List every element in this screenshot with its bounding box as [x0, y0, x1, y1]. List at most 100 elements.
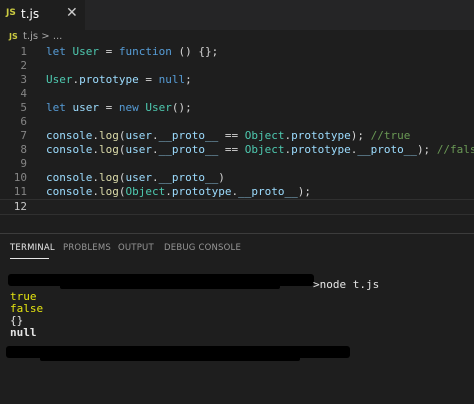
code-token: log [98, 185, 119, 198]
code-token: __proto__ [158, 129, 219, 142]
line-number: 3 [20, 73, 27, 86]
code-text: console.log(Object.prototype.__proto__); [46, 185, 311, 199]
line-number: 5 [20, 101, 27, 114]
code-token: user [125, 129, 152, 142]
code-token: . [92, 171, 99, 184]
line-number: 7 [20, 129, 27, 142]
breadcrumb-path[interactable]: t.js > ... [23, 31, 62, 42]
code-token: . [165, 185, 172, 198]
code-token: ); [416, 143, 437, 156]
code-token: //true [370, 129, 411, 142]
code-line[interactable]: 4 [0, 87, 474, 101]
tab-terminal[interactable]: TERMINAL [10, 243, 55, 253]
code-line[interactable]: 9 [0, 157, 474, 171]
code-token: //false [436, 143, 474, 156]
active-tab-indicator [10, 258, 49, 259]
code-token: == [218, 129, 245, 142]
code-line[interactable]: 10 console.log(user.__proto__) [0, 171, 474, 185]
code-line[interactable]: 7 console.log(user.__proto__ == Object.pr… [0, 129, 474, 143]
code-token: (); [171, 101, 192, 114]
redacted-prompt-tail [40, 356, 300, 361]
code-token: . [151, 129, 159, 142]
tab-label: t.js [21, 7, 40, 21]
code-text: console.log(user.__proto__ == Object.pro… [46, 129, 410, 143]
code-line[interactable]: 6 [0, 115, 474, 129]
code-line[interactable]: 2 [0, 59, 474, 73]
code-token: null [158, 73, 186, 86]
code-token: __proto__ [357, 143, 417, 156]
tab-problems[interactable]: PROBLEMS [63, 243, 111, 253]
close-icon[interactable]: ✕ [66, 5, 78, 21]
line-number: 4 [20, 87, 27, 100]
line-number: 11 [13, 185, 27, 198]
line-number: 8 [20, 143, 27, 156]
tab-t-js[interactable]: JS t.js ✕ [0, 0, 86, 30]
code-token: console [46, 129, 93, 142]
code-line[interactable]: 5 let user = new User(); [0, 101, 474, 115]
code-token: . [151, 171, 159, 184]
code-token: = [138, 73, 159, 86]
code-token: Object [244, 143, 285, 156]
code-token: log [98, 129, 119, 142]
code-token: Object [125, 185, 166, 198]
code-token: prototype [291, 143, 351, 156]
code-token: Object [244, 129, 285, 142]
code-token: () {}; [171, 45, 219, 58]
code-token: log [98, 143, 119, 156]
code-token: console [46, 185, 93, 198]
code-token: user [72, 101, 100, 114]
line-number: 9 [20, 157, 27, 170]
code-token: __proto__ [158, 143, 219, 156]
terminal-output-line: null [10, 326, 37, 339]
code-token: prototype [79, 73, 139, 86]
code-token: ); [297, 185, 311, 198]
code-token: let [46, 45, 73, 58]
code-token: log [98, 171, 119, 184]
breadcrumb[interactable]: JS t.js > ... [0, 31, 474, 45]
redacted-path-tail [60, 284, 280, 289]
tab-debug-console[interactable]: DEBUG CONSOLE [164, 243, 241, 253]
code-token: user [125, 143, 152, 156]
code-token: . [151, 143, 159, 156]
line-number: 6 [20, 115, 27, 128]
code-token: . [92, 143, 99, 156]
code-text: console.log(user.__proto__) [46, 171, 225, 185]
code-line[interactable]: 12 [0, 199, 474, 215]
line-number: 12 [13, 200, 27, 213]
code-token: console [46, 143, 93, 156]
code-line[interactable]: 1 let User = function () {}; [0, 45, 474, 59]
code-token: function [118, 45, 172, 58]
code-text: let user = new User(); [46, 101, 192, 115]
code-text: console.log(user.__proto__ == Object.pro… [46, 143, 474, 157]
code-token: __proto__ [238, 185, 298, 198]
line-number: 1 [20, 45, 27, 58]
code-line[interactable]: 11 console.log(Object.prototype.__proto__… [0, 185, 474, 199]
code-token: ) [218, 171, 225, 184]
code-token: let [46, 101, 73, 114]
terminal-view[interactable]: >node t.js true false {} null [0, 262, 474, 404]
code-text: let User = function () {}; [46, 45, 218, 59]
code-token: prototype [291, 129, 351, 142]
javascript-file-icon: JS [6, 8, 16, 18]
panel-tab-bar: TERMINAL PROBLEMS OUTPUT DEBUG CONSOLE [0, 234, 474, 262]
code-token: ; [185, 73, 192, 86]
code-token: console [46, 171, 93, 184]
tab-output[interactable]: OUTPUT [118, 243, 154, 253]
code-token: = [99, 45, 119, 58]
line-number: 2 [20, 59, 27, 72]
code-token: . [92, 185, 99, 198]
code-line[interactable]: 3 User.prototype = null; [0, 73, 474, 87]
code-token: ); [350, 129, 371, 142]
code-token: prototype [171, 185, 232, 198]
editor-tab-bar: JS t.js ✕ [0, 0, 474, 31]
code-token: user [125, 171, 152, 184]
code-token: new [118, 101, 146, 114]
code-token: = [99, 101, 119, 114]
code-token: . [92, 129, 99, 142]
code-token: __proto__ [158, 171, 219, 184]
code-text: User.prototype = null; [46, 73, 192, 87]
code-line[interactable]: 8 console.log(user.__proto__ == Object.pr… [0, 143, 474, 157]
code-token: User [145, 101, 172, 114]
code-editor[interactable]: 1 let User = function () {}; 2 3 User.protot… [0, 44, 474, 232]
terminal-command: >node t.js [313, 278, 380, 291]
